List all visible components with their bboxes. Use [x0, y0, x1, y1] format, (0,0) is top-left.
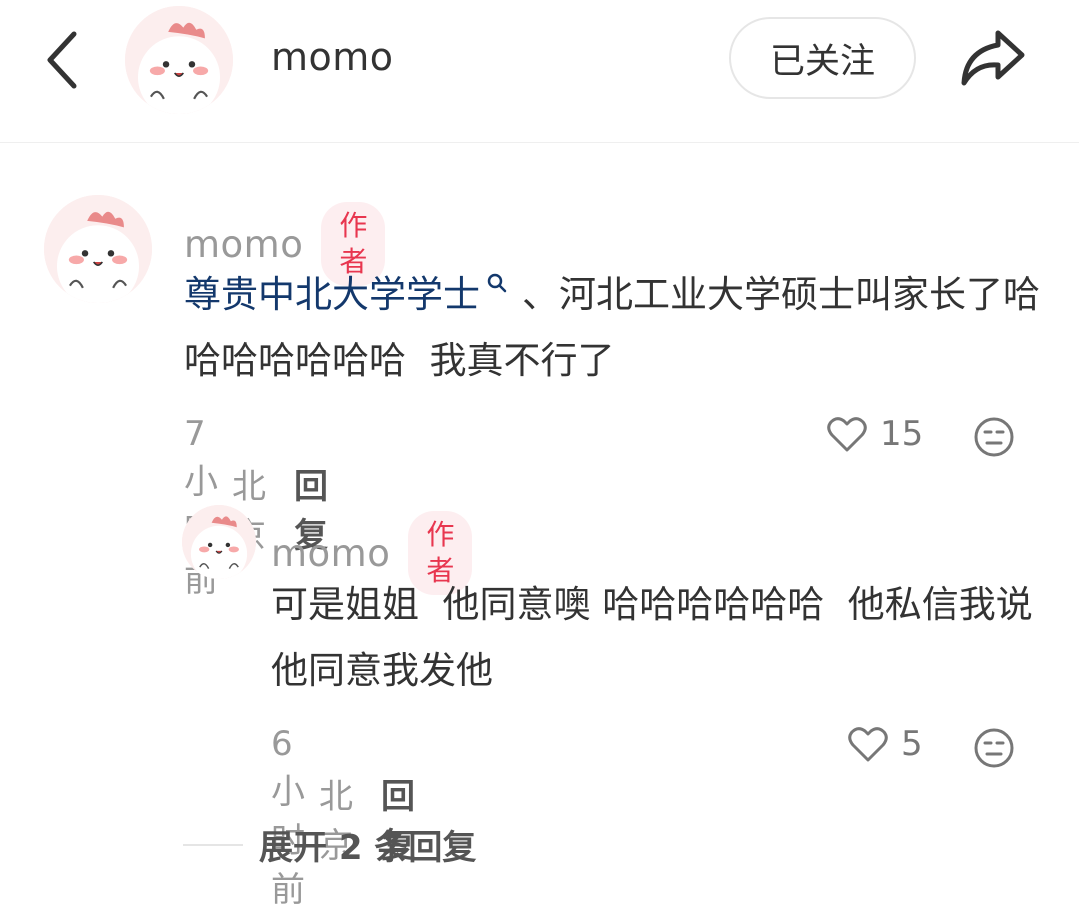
share-button[interactable]	[951, 20, 1035, 96]
heart-outline-icon	[848, 727, 888, 762]
comment-text: 尊贵中北大学学士 、河北工业大学硕士叫家长了哈哈哈哈哈哈哈 我真不行了	[184, 262, 1044, 394]
search-icon[interactable]	[486, 272, 508, 294]
share-arrow-icon	[961, 30, 1025, 86]
divider	[183, 843, 243, 846]
comment-meta: 6小时前 北京 回复	[271, 724, 415, 911]
comment-time: 6小时前	[271, 724, 305, 910]
comment-username[interactable]: momo	[271, 532, 390, 575]
back-button[interactable]	[30, 24, 94, 96]
like-button[interactable]: 15	[826, 414, 923, 454]
expand-replies-button[interactable]: 展开 2 条回复	[183, 820, 476, 869]
search-link[interactable]: 尊贵中北大学学士	[184, 273, 480, 316]
heart-outline-icon	[827, 417, 867, 452]
header-username[interactable]: momo	[271, 35, 394, 79]
chevron-left-icon	[47, 31, 77, 89]
like-button[interactable]: 5	[847, 724, 923, 764]
following-button[interactable]: 已关注	[729, 17, 916, 99]
neutral-face-icon	[974, 417, 1014, 457]
header-avatar[interactable]	[125, 6, 233, 114]
like-count: 5	[901, 724, 923, 764]
avatar[interactable]	[182, 505, 256, 579]
top-bar: momo 已关注	[0, 0, 1079, 143]
dislike-button[interactable]	[973, 416, 1015, 458]
like-count: 15	[880, 414, 924, 454]
avatar[interactable]	[44, 195, 152, 303]
comment-username[interactable]: momo	[184, 223, 303, 266]
neutral-face-icon	[974, 728, 1014, 768]
dislike-button[interactable]	[973, 727, 1015, 769]
expand-replies-label: 展开 2 条回复	[259, 828, 477, 868]
comment-text: 可是姐姐 他同意噢 哈哈哈哈哈哈 他私信我说他同意我发他	[271, 583, 1033, 692]
